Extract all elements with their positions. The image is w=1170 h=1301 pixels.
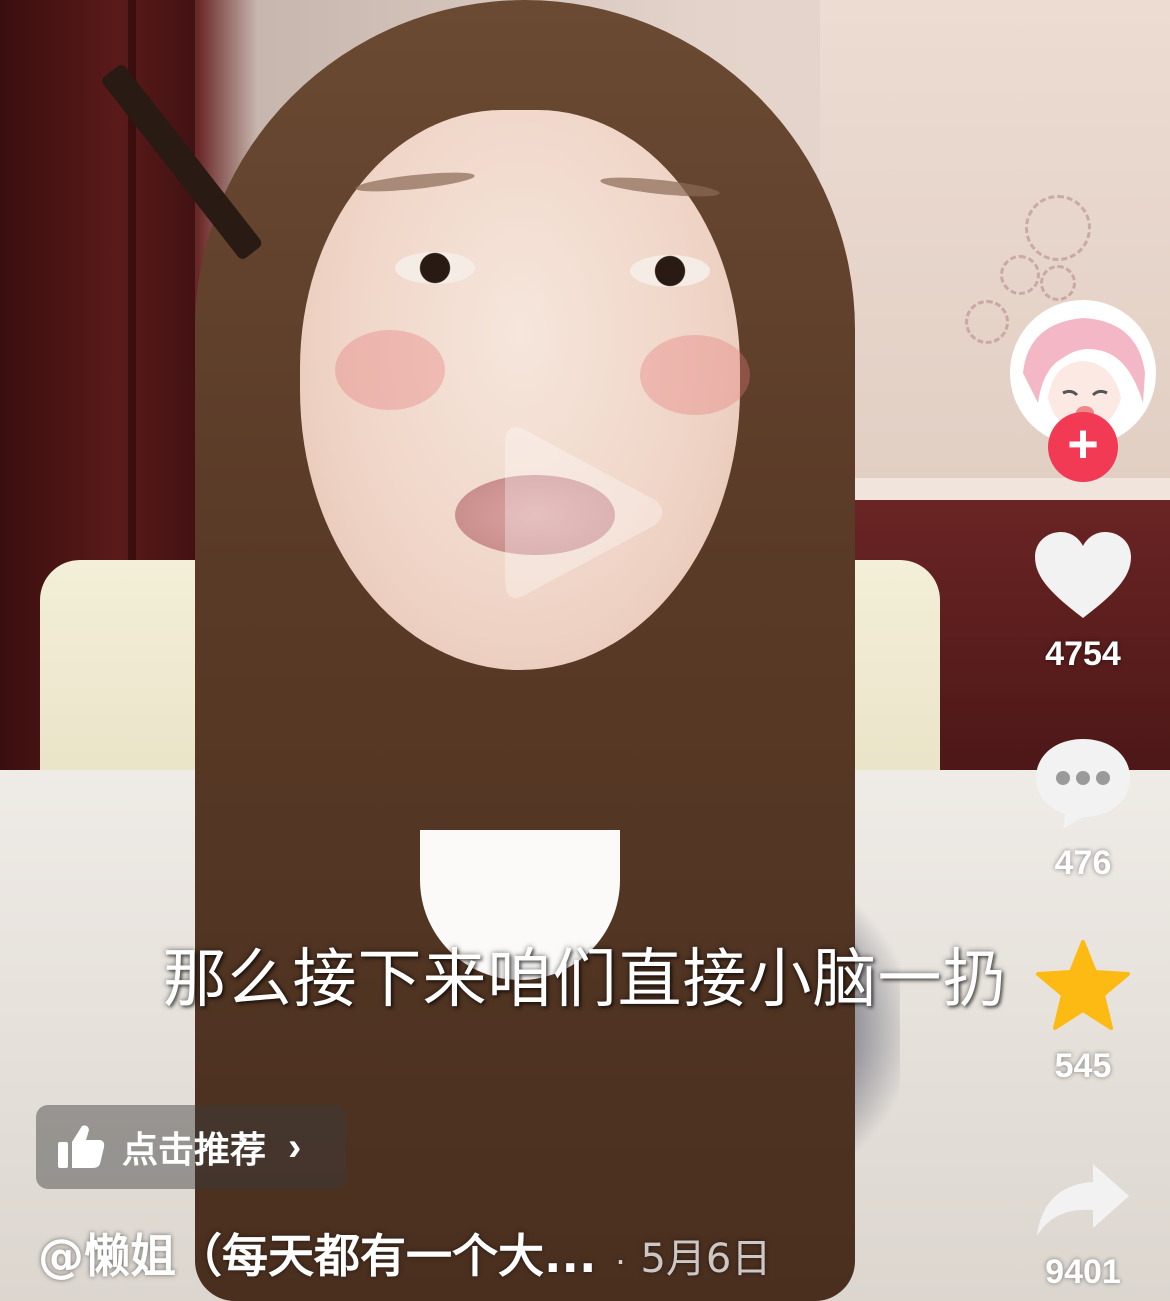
eye-left [395, 252, 475, 284]
author-name[interactable]: @懒姐（每天都有一个大... [38, 1220, 596, 1286]
heart-icon [1035, 532, 1131, 618]
comment-count: 476 [1054, 844, 1112, 882]
wall-decoration [1040, 265, 1076, 301]
comment-icon [1036, 739, 1130, 829]
play-icon[interactable] [505, 420, 670, 605]
share-button[interactable]: 9401 [1025, 1160, 1141, 1292]
follow-button[interactable]: + [1048, 412, 1118, 482]
thumbs-up-icon [58, 1125, 105, 1168]
share-count: 9401 [1045, 1253, 1121, 1291]
star-icon [1036, 940, 1130, 1030]
favorite-count: 545 [1054, 1047, 1112, 1085]
favorite-button[interactable]: 545 [1025, 938, 1141, 1086]
recommend-button[interactable]: 点击推荐 › [36, 1105, 346, 1189]
eye-right [630, 255, 710, 287]
share-icon [1037, 1164, 1129, 1236]
wall-decoration [1000, 255, 1040, 295]
post-date: 5月6日 [640, 1236, 772, 1282]
comment-button[interactable]: 476 [1025, 735, 1141, 883]
like-button[interactable]: 4754 [1025, 530, 1141, 674]
video-info: @懒姐（每天都有一个大... · 5月6日 [38, 1220, 771, 1283]
cheek-left [335, 330, 445, 410]
like-count: 4754 [1045, 635, 1121, 673]
cheek-right [640, 335, 750, 415]
background-trim [820, 478, 1170, 500]
chevron-right-icon: › [288, 1124, 302, 1169]
separator-dot: · [614, 1239, 627, 1280]
wall-decoration [1025, 195, 1091, 261]
wall-decoration [965, 300, 1009, 344]
recommend-label: 点击推荐 [122, 1130, 267, 1171]
video-subtitle: 那么接下来咱们直接小脑一扔 [162, 943, 1008, 1017]
